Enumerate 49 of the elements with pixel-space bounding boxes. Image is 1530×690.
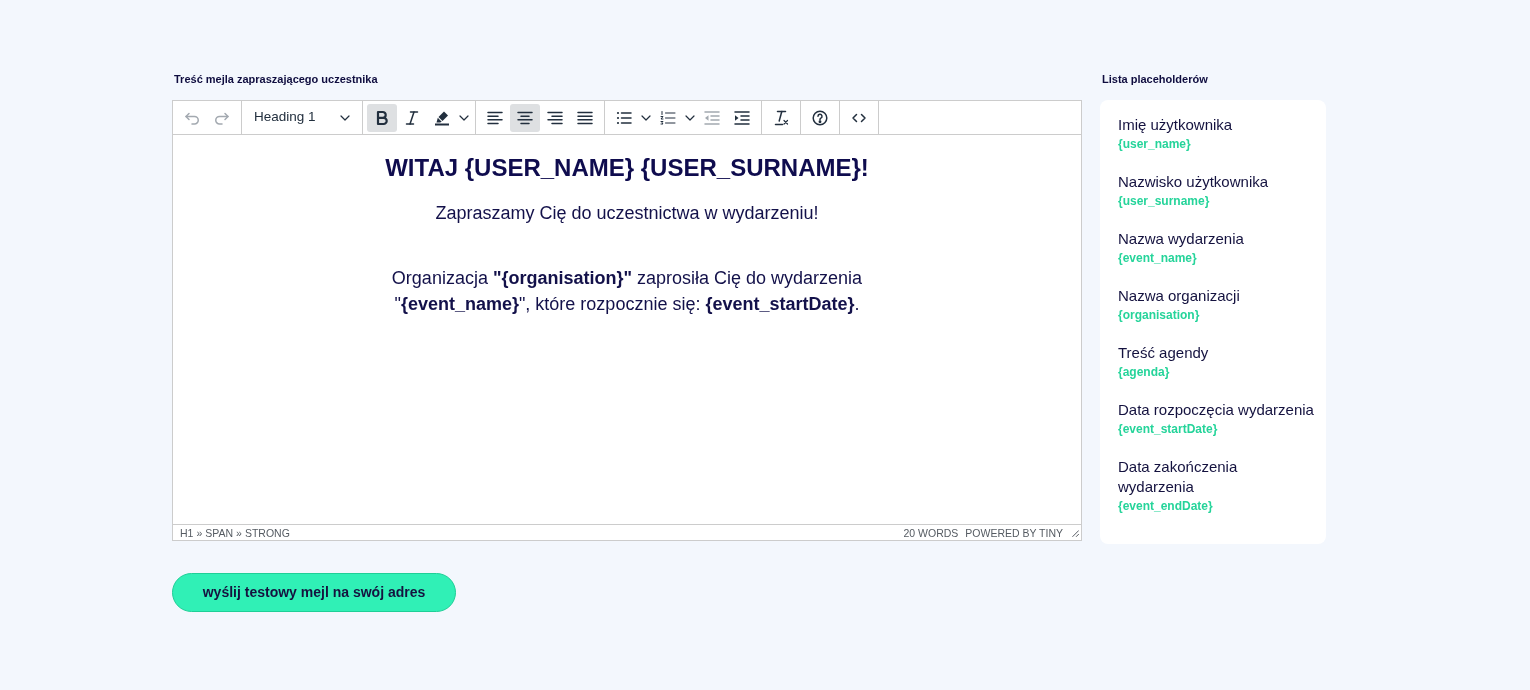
placeholder-token: {organisation} [1118,307,1201,324]
indent-icon [734,109,750,126]
editor-content-area[interactable]: WITAJ {USER_NAME} {USER_SURNAME}! Zapraszamy Cię do uczestnictwa w wydarzeniu! Organizacja "{organisation}" zaprosiła Cię do wydarzenia "{event_name}", które rozpocznie się: {event_startDate}. [173,135,1081,524]
placeholder-token: {agenda} [1118,364,1171,381]
email-paragraph: Organizacja "{organisation}" zaprosiła Cię do wydarzenia "{event_name}", które rozpocznie się: {event_startDate}. [390,267,864,316]
numbered-list-icon [660,109,676,126]
align-center-icon [517,109,533,126]
editor-label: Treść mejla zapraszającego uczestnika [173,72,379,86]
placeholders-title: Lista placeholderów [1101,72,1209,86]
caret-icon [685,114,695,121]
resize-handle-icon [1070,528,1079,537]
block-format-select[interactable]: Heading 1 [246,103,358,132]
path-separator: » [196,525,203,540]
outdent-icon [704,109,720,126]
placeholder-label: Treść agendy [1118,343,1210,363]
element-path-item[interactable]: STRONG [244,525,290,540]
caret-icon [340,114,350,121]
element-path-item[interactable]: SPAN [205,525,234,540]
placeholder-token: {event_endDate} [1118,498,1214,515]
align-left-icon [487,109,503,126]
bullet-list-icon [616,109,632,126]
placeholder-label: Nazwisko użytkownika [1118,172,1270,192]
placeholder-label: Data rozpoczęcia wydarzenia [1118,400,1315,420]
align-center-button[interactable] [510,103,540,132]
element-path-item[interactable]: H1 [180,525,194,540]
caret-icon [641,114,651,121]
align-right-icon [547,109,563,126]
path-separator: » [236,525,242,540]
placeholder-label: Nazwa organizacji [1118,286,1241,306]
email-heading: WITAJ {USER_NAME} {USER_SURNAME}! [385,153,869,183]
caret-icon [459,114,469,121]
send-test-email-button[interactable]: wyślij testowy mejl na swój adres [172,573,456,612]
marker-icon [434,109,450,126]
placeholder-token: {event_startDate} [1118,421,1219,438]
email-paragraph: Zapraszamy Cię do uczestnictwa w wydarzeniu! [435,202,819,225]
placeholder-token: {event_name} [1118,250,1198,267]
placeholder-token: {user_surname} [1118,193,1211,210]
branding-link[interactable]: POWERED BY TINY [965,525,1063,540]
word-count[interactable]: 20 WORDS [903,525,959,540]
clear-formatting-icon [773,109,789,126]
bold-icon [374,109,390,126]
placeholder-label: Data zakończenia wydarzenia [1118,457,1239,497]
justify-icon [577,109,593,126]
help-icon [812,109,828,126]
placeholder-label: Nazwa wydarzenia [1118,229,1245,249]
bold-button[interactable] [367,103,397,132]
placeholder-label: Imię użytkownika [1118,115,1234,135]
italic-icon [404,109,420,126]
placeholder-token: {user_name} [1118,136,1192,153]
